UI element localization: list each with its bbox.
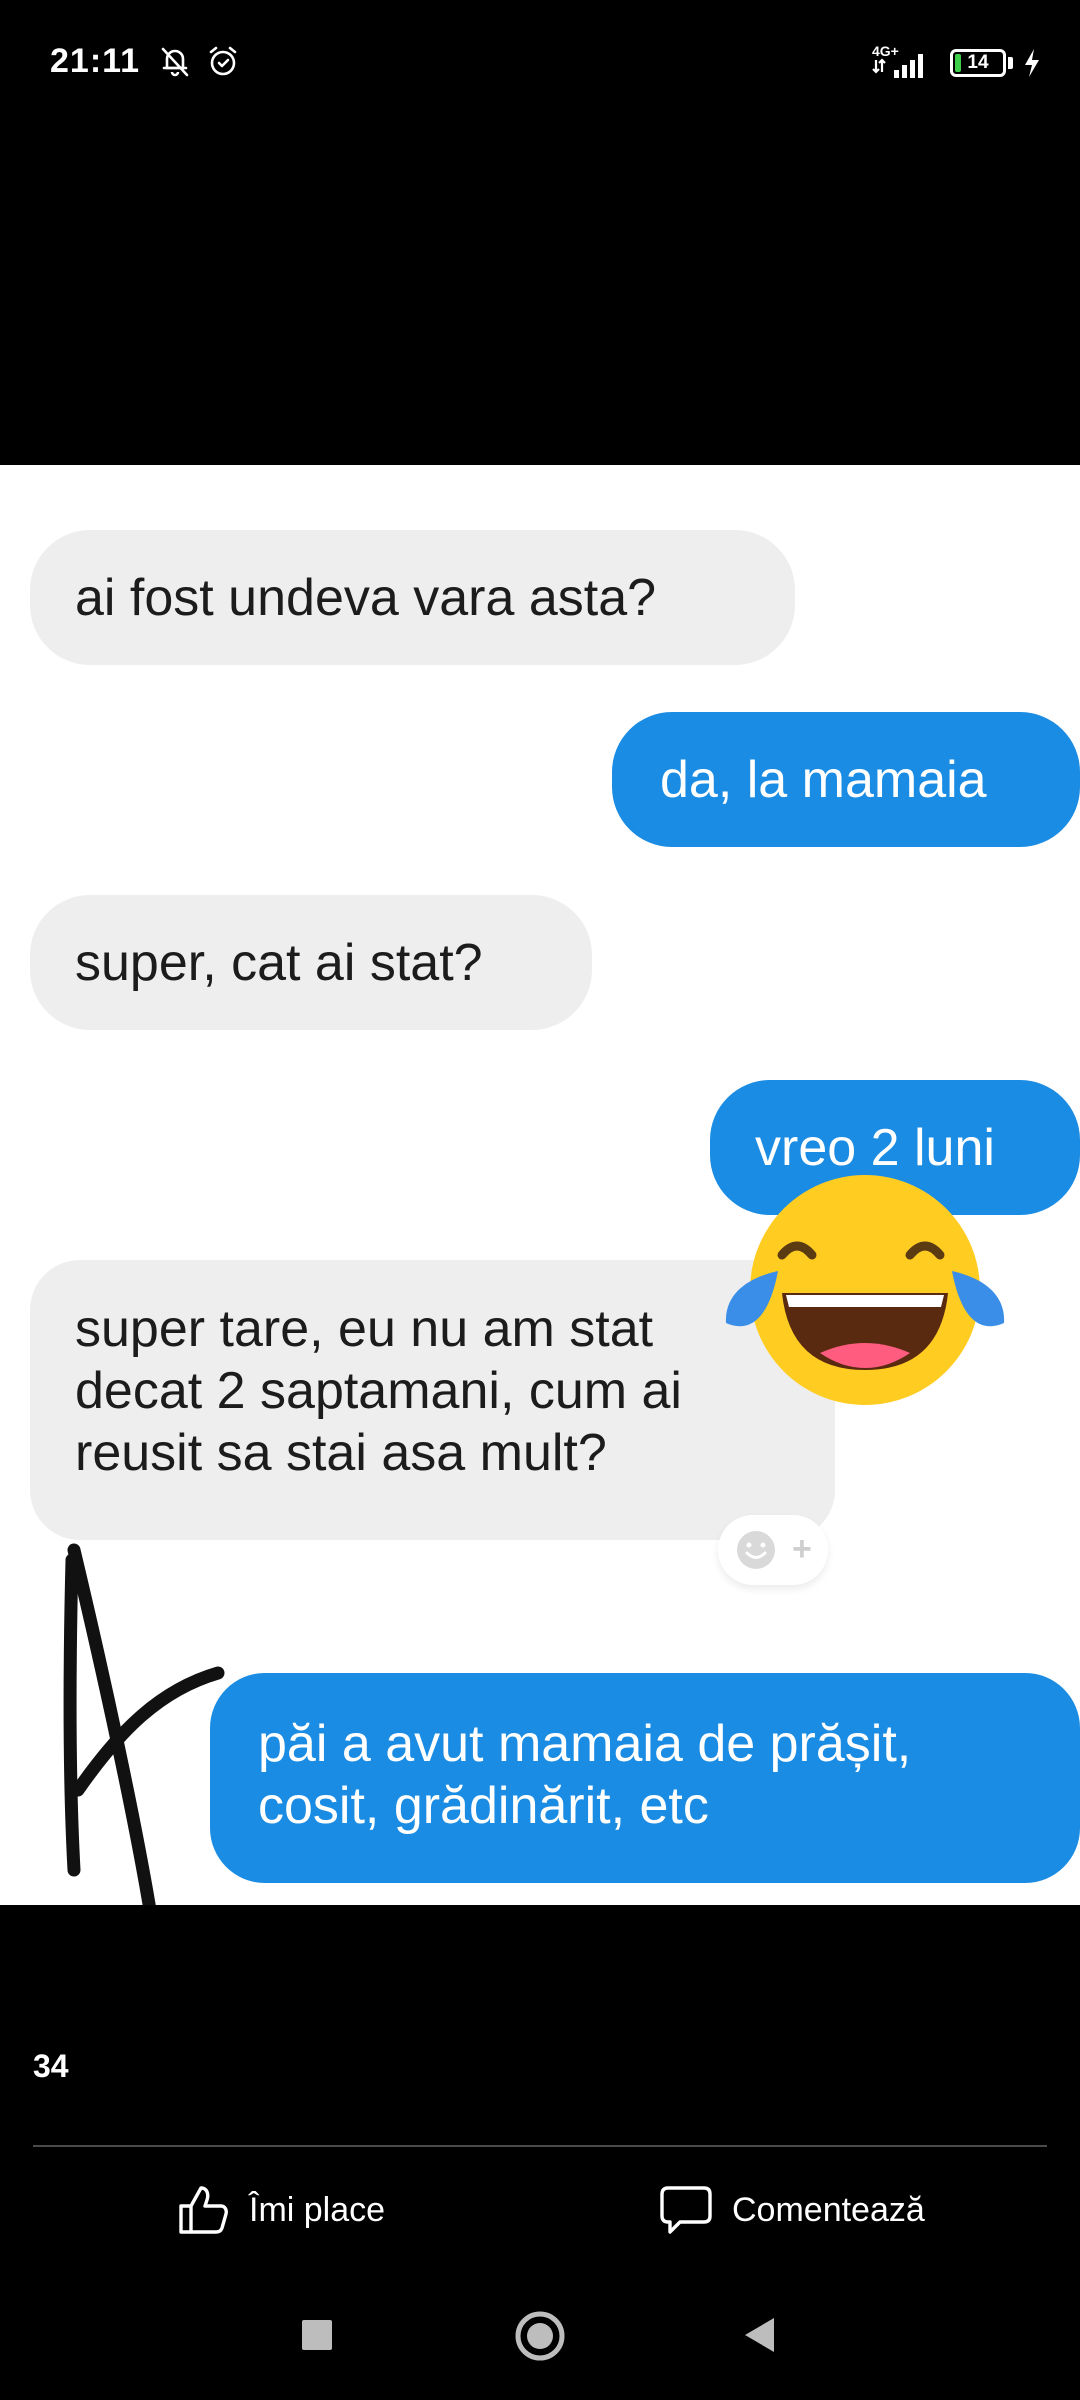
- chat-bubble-outgoing: păi a avut mamaia de prășit, cosit, grăd…: [210, 1673, 1080, 1883]
- add-reaction-icon: +: [737, 1530, 812, 1569]
- comment-label: Comentează: [732, 2190, 925, 2229]
- bell-off-icon: [158, 44, 192, 83]
- back-icon: [745, 2318, 774, 2352]
- home-button[interactable]: [514, 2310, 566, 2367]
- divider: [33, 2145, 1047, 2147]
- home-icon: [515, 2311, 565, 2361]
- chat-bubble-outgoing: da, la mamaia: [612, 712, 1080, 847]
- like-button[interactable]: Îmi place: [175, 2172, 385, 2248]
- post-image[interactable]: ai fost undeva vara asta? da, la mamaia …: [0, 465, 1080, 1905]
- battery-nub: [1008, 57, 1013, 69]
- alarm-icon: [206, 44, 240, 83]
- svg-text:+: +: [792, 1530, 812, 1568]
- chat-bubble-incoming: super, cat ai stat?: [30, 895, 592, 1030]
- recents-button[interactable]: [300, 2318, 334, 2357]
- comment-icon: [660, 2186, 712, 2234]
- add-reaction-button[interactable]: +: [718, 1515, 828, 1585]
- thumbs-up-icon: [179, 2186, 228, 2234]
- signal-icon: [872, 52, 934, 83]
- comment-button[interactable]: Comentează: [658, 2172, 925, 2248]
- laughing-tears-emoji-icon: [725, 1175, 1005, 1405]
- like-label: Îmi place: [249, 2190, 386, 2229]
- hand-drawn-scribble: [63, 1543, 225, 1905]
- status-bar: 21:11 4G+ 14: [0, 0, 1080, 130]
- status-time: 21:11: [50, 42, 141, 80]
- recents-icon: [302, 2320, 332, 2350]
- battery-icon: 14: [950, 49, 1006, 77]
- like-count[interactable]: 34: [33, 2048, 69, 2085]
- charging-icon: [1022, 48, 1042, 83]
- chat-bubble-incoming: super tare, eu nu am stat decat 2 saptam…: [30, 1260, 835, 1540]
- battery-level: 14: [967, 52, 989, 73]
- chat-bubble-incoming: ai fost undeva vara asta?: [30, 530, 795, 665]
- back-button[interactable]: [742, 2316, 778, 2359]
